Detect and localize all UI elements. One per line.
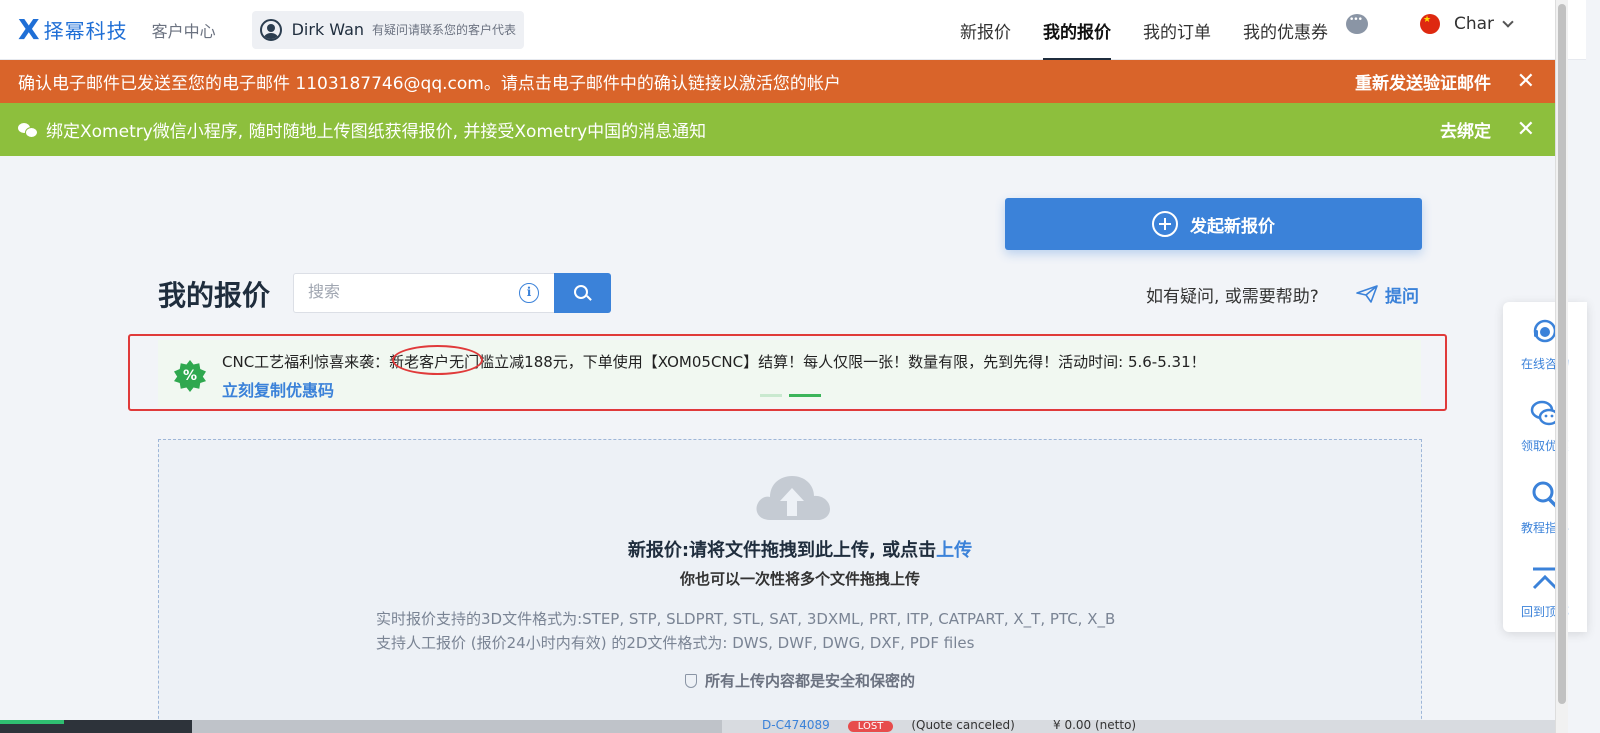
secure-text: 所有上传内容都是安全和保密的	[704, 672, 915, 690]
status-badge: LOST	[847, 721, 894, 732]
main-nav: 新报价 我的报价 我的订单 我的优惠券	[960, 0, 1360, 60]
wechat-bind-banner: 绑定Xometry微信小程序, 随时随地上传图纸获得报价, 并接受Xometry…	[0, 103, 1555, 156]
online-consult-label: 在线咨询	[1520, 357, 1569, 371]
get-discount-label: 领取优惠	[1520, 439, 1569, 453]
nav-my-coupons[interactable]: 我的优惠券	[1243, 0, 1328, 60]
help-text: 如有疑问, 或需要帮助?	[1146, 287, 1319, 307]
customer-rep[interactable]: Dirk Wan 有疑问请联系您的客户代表	[251, 10, 525, 49]
rep-name: Dirk Wan	[291, 20, 365, 39]
online-consult-button[interactable]: 在线咨询	[1503, 316, 1587, 372]
back-to-top-label: 回到顶部	[1520, 605, 1569, 619]
ask-question-link[interactable]: 提问	[1385, 282, 1419, 307]
top-nav: X 择幂科技 客户中心 Dirk Wan 有疑问请联系您的客户代表 新报价 我的…	[0, 0, 1586, 60]
carousel-dot[interactable]	[760, 394, 782, 397]
cloud-upload-icon	[756, 476, 830, 520]
nav-my-quotes[interactable]: 我的报价	[1043, 0, 1111, 60]
quote-id[interactable]: D-C474089	[762, 720, 830, 732]
upload-title-text: 新报价:请将文件拖拽到此上传, 或点击	[627, 540, 937, 561]
paper-plane-icon[interactable]	[1356, 285, 1378, 303]
copy-coupon-link[interactable]: 立刻复制优惠码	[222, 377, 334, 401]
close-icon[interactable]: ✕	[1517, 70, 1535, 93]
promo-text: CNC工艺福利惊喜来袭：新老客户无门槛立减188元，下单使用【XOM05CNC】…	[222, 353, 1206, 371]
upload-link[interactable]: 上传	[936, 540, 972, 561]
logo-text: 择幂科技	[43, 19, 128, 43]
new-quote-label: 发起新报价	[1190, 216, 1275, 237]
user-avatar-icon	[259, 18, 282, 41]
upload-title: 新报价:请将文件拖拽到此上传, 或点击上传	[0, 536, 1600, 562]
chat-icon[interactable]	[1346, 14, 1368, 34]
chevron-down-icon	[1502, 16, 1514, 28]
nav-my-orders[interactable]: 我的订单	[1143, 0, 1211, 60]
wechat-icon	[18, 122, 38, 138]
china-flag-icon	[1420, 14, 1440, 34]
bottom-strip: D-C474089 LOST (Quote canceled) ¥ 0.00 (ne…	[0, 720, 1555, 733]
search-input[interactable]	[293, 273, 554, 313]
formats-3d: 实时报价支持的3D文件格式为:STEP, STP, SLDPRT, STL, S…	[376, 610, 1116, 628]
quote-row[interactable]: D-C474089 LOST (Quote canceled) ¥ 0.00 (ne…	[762, 720, 1136, 732]
info-icon[interactable]: i	[519, 283, 539, 303]
get-discount-button[interactable]: 领取优惠	[1503, 398, 1587, 454]
email-verify-text: 确认电子邮件已发送至您的电子邮件 1103187746@qq.com。请点击电子…	[18, 74, 841, 94]
secure-note: 所有上传内容都是安全和保密的	[0, 670, 1600, 691]
window-scrollbar[interactable]	[1555, 0, 1568, 733]
close-icon[interactable]: ✕	[1517, 118, 1535, 141]
upload-subtitle: 你也可以一次性将多个文件拖拽上传	[679, 570, 920, 588]
search-button[interactable]	[554, 273, 611, 313]
new-quote-button[interactable]: 发起新报价	[1005, 198, 1422, 250]
back-to-top-button[interactable]: 回到顶部	[1503, 564, 1587, 620]
logo[interactable]: X 择幂科技	[18, 15, 128, 44]
carousel-dot-active[interactable]	[789, 394, 821, 397]
quote-amount: ¥ 0.00 (netto)	[1053, 720, 1137, 732]
resend-email-button[interactable]: 重新发送验证邮件	[1355, 69, 1491, 94]
shield-icon	[684, 674, 697, 688]
search-bar: i	[293, 273, 611, 313]
tutorial-label: 教程指导	[1520, 521, 1569, 535]
nav-new-quote[interactable]: 新报价	[960, 0, 1011, 60]
quote-note: (Quote canceled)	[911, 720, 1015, 732]
language-selector[interactable]: Char	[1420, 14, 1514, 34]
email-verify-banner: 确认电子邮件已发送至您的电子邮件 1103187746@qq.com。请点击电子…	[0, 60, 1555, 103]
rep-hint: 有疑问请联系您的客户代表	[372, 23, 517, 37]
formats-2d: 支持人工报价 (报价24小时内有效) 的2D文件格式为: DWS, DWF, D…	[376, 634, 975, 652]
customer-center-link[interactable]: 客户中心	[152, 18, 216, 42]
language-name: Char	[1454, 14, 1495, 34]
logo-mark: X	[18, 12, 40, 46]
panel-fragment	[192, 720, 722, 733]
progress-fragment	[0, 720, 64, 724]
tutorial-button[interactable]: 教程指导	[1503, 480, 1587, 536]
side-widget: 在线咨询 领取优惠 教程指导 回到顶部	[1503, 302, 1587, 632]
page-title: 我的报价	[158, 279, 271, 312]
bind-button[interactable]: 去绑定	[1440, 117, 1491, 142]
wechat-bind-text: 绑定Xometry微信小程序, 随时随地上传图纸获得报价, 并接受Xometry…	[46, 122, 707, 142]
scrollbar-thumb[interactable]	[1558, 4, 1566, 704]
plus-circle-icon	[1152, 211, 1178, 237]
